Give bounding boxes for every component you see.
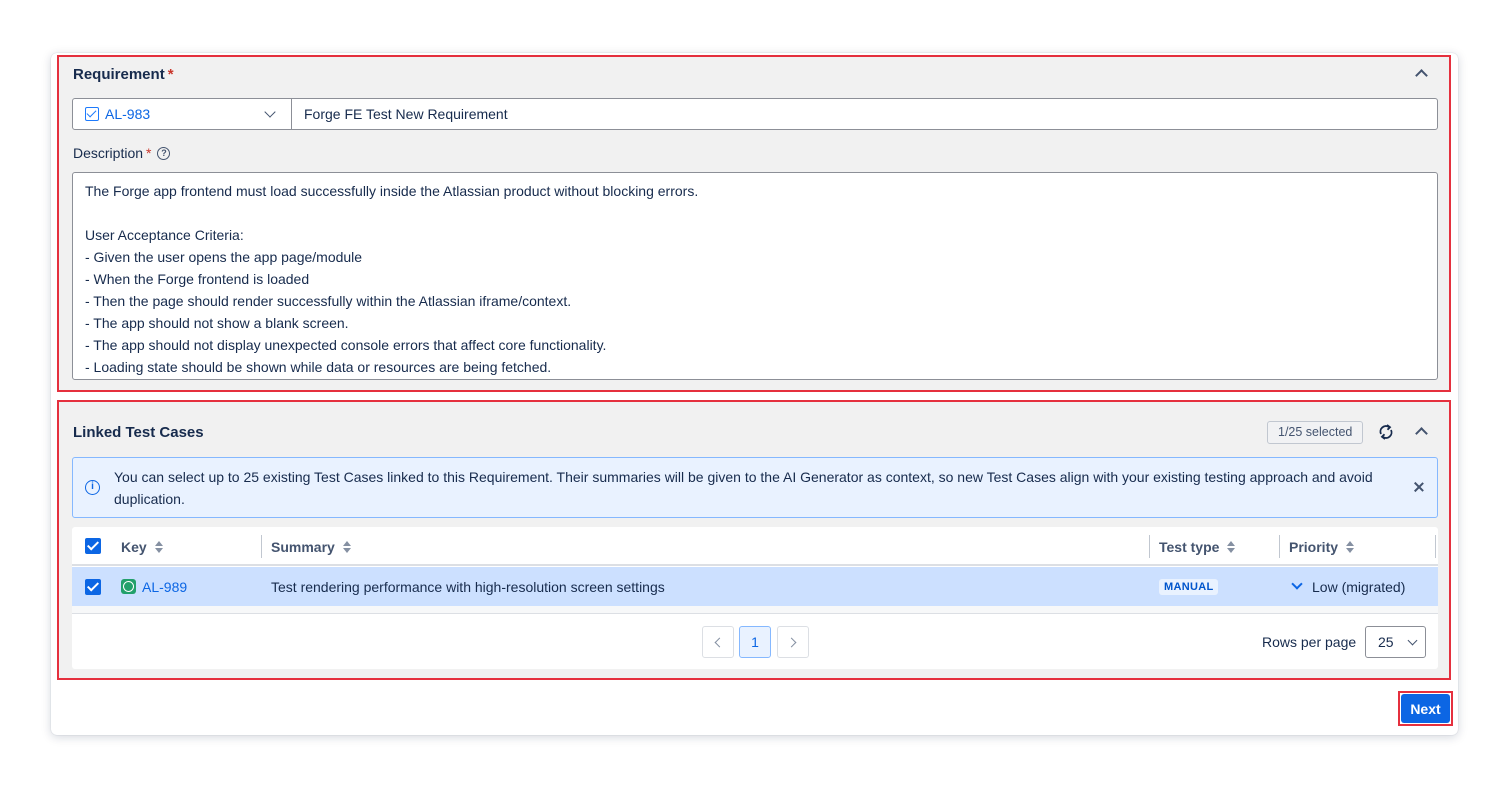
linked-test-cases-highlight <box>57 400 1451 680</box>
requirement-highlight <box>57 55 1451 392</box>
next-button-highlight <box>1398 691 1453 726</box>
